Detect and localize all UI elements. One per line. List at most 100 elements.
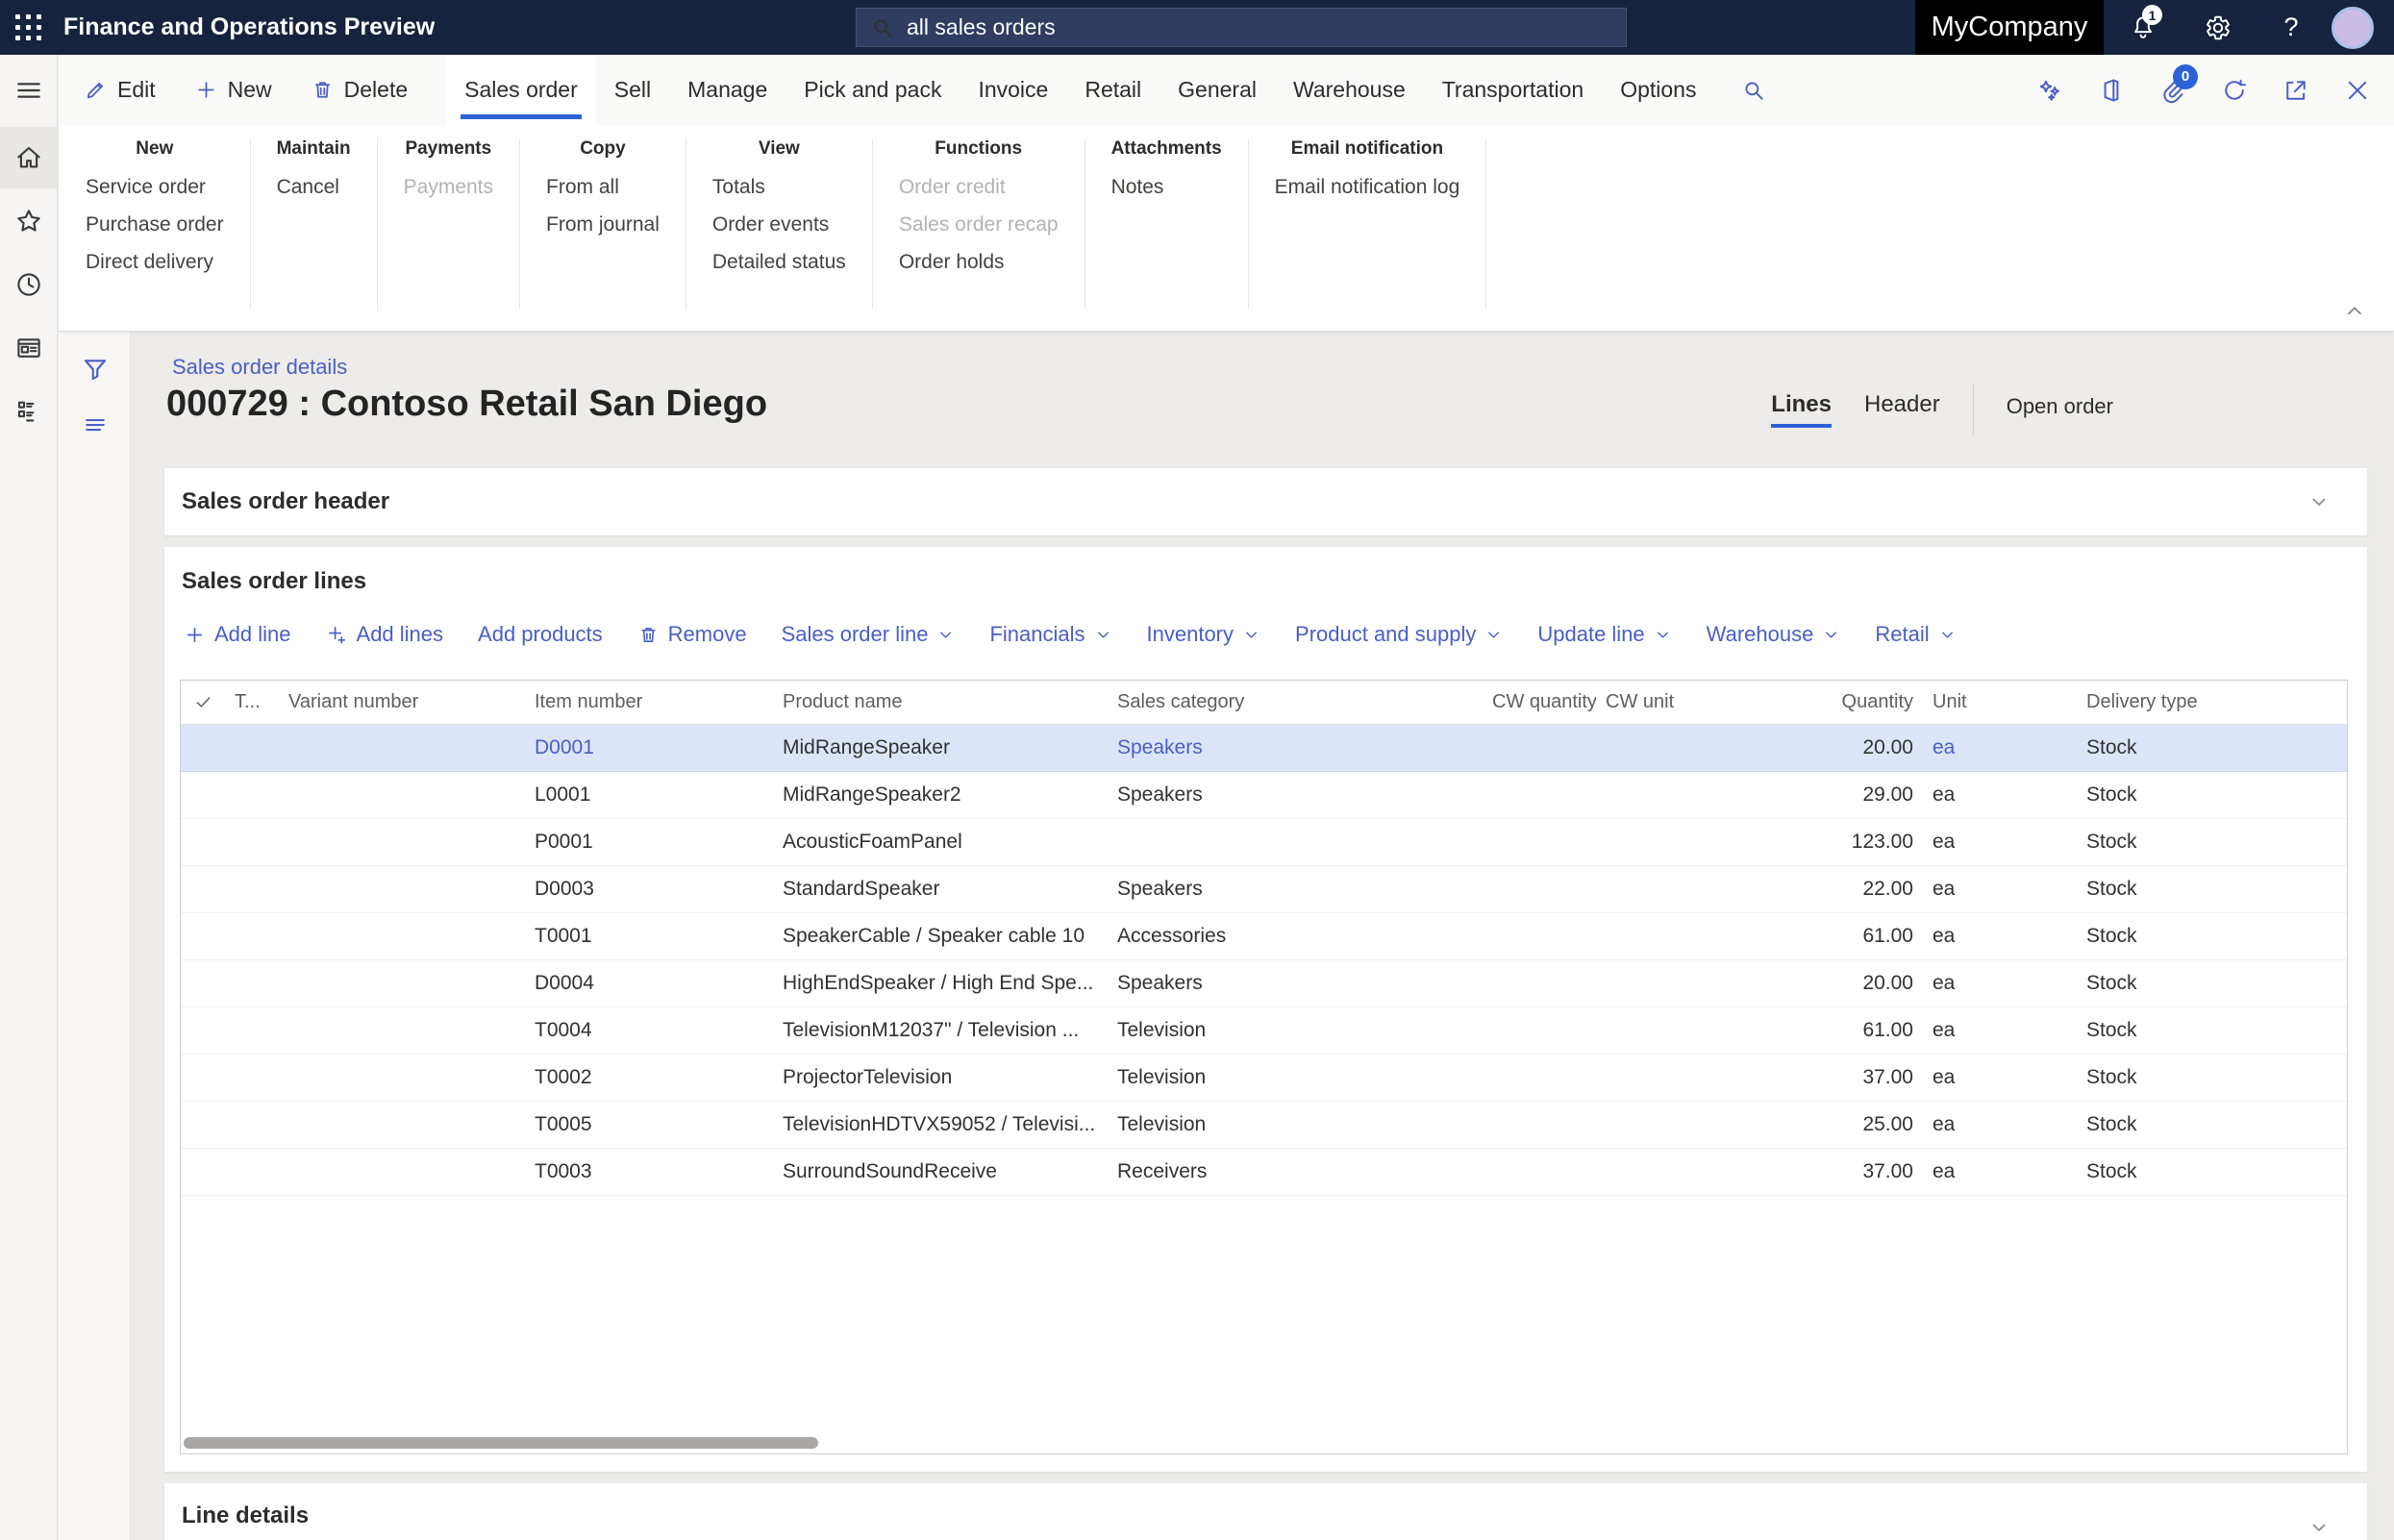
open-order-button[interactable]: Open order — [2007, 394, 2113, 425]
tab-invoice[interactable]: Invoice — [960, 55, 1066, 125]
remove-button[interactable]: Remove — [637, 622, 747, 647]
cell-item-number[interactable]: T0002 — [525, 1066, 773, 1089]
close-icon[interactable] — [2344, 77, 2371, 104]
cell-product-name[interactable]: StandardSpeaker — [773, 878, 1108, 901]
user-avatar[interactable] — [2331, 0, 2375, 55]
table-row[interactable]: T0003 SurroundSoundReceive Receivers 37.… — [181, 1149, 2347, 1196]
ribbon-item-from-journal[interactable]: From journal — [546, 213, 660, 236]
ribbon-item-detailed-status[interactable]: Detailed status — [712, 251, 846, 274]
cell-item-number[interactable]: T0001 — [525, 925, 773, 948]
edit-button[interactable]: Edit — [84, 77, 156, 103]
office-pane-icon[interactable] — [2098, 77, 2125, 104]
column-header-sales-category[interactable]: Sales category — [1108, 691, 1483, 713]
cell-quantity[interactable]: 29.00 — [1779, 783, 1923, 807]
cell-item-number[interactable]: T0005 — [525, 1113, 773, 1136]
column-header-product-name[interactable]: Product name — [773, 691, 1108, 713]
settings-gear-icon[interactable] — [2196, 0, 2240, 55]
column-header-t[interactable]: T... — [225, 691, 279, 713]
ribbon-item-order-holds[interactable]: Order holds — [899, 251, 1059, 274]
table-row[interactable]: D0001 MidRangeSpeaker Speakers 20.00 ea … — [181, 725, 2347, 772]
tab-options[interactable]: Options — [1602, 55, 1714, 125]
list-panel-icon[interactable] — [59, 397, 131, 453]
sidebar-item-workspaces[interactable] — [0, 317, 57, 379]
cell-product-name[interactable]: TelevisionM12037" / Television ... — [773, 1019, 1108, 1042]
cell-delivery-type[interactable]: Stock — [2077, 972, 2347, 995]
warehouse-menu[interactable]: Warehouse — [1707, 622, 1841, 647]
column-header-delivery-type[interactable]: Delivery type — [2077, 691, 2347, 713]
table-row[interactable]: D0003 StandardSpeaker Speakers 22.00 ea … — [181, 866, 2347, 913]
select-all-checkmark-icon[interactable] — [181, 692, 225, 712]
ribbon-item-from-all[interactable]: From all — [546, 176, 660, 199]
cell-delivery-type[interactable]: Stock — [2077, 783, 2347, 807]
column-header-unit[interactable]: Unit — [1923, 691, 2077, 713]
tab-pick-and-pack[interactable]: Pick and pack — [786, 55, 960, 125]
table-row[interactable]: T0004 TelevisionM12037" / Television ...… — [181, 1007, 2347, 1055]
cell-sales-category[interactable]: Speakers — [1108, 736, 1483, 759]
product-and-supply-menu[interactable]: Product and supply — [1295, 622, 1503, 647]
cell-item-number[interactable]: D0003 — [525, 878, 773, 901]
breadcrumb[interactable]: Sales order details — [172, 355, 347, 380]
cell-product-name[interactable]: SpeakerCable / Speaker cable 10 — [773, 925, 1108, 948]
notifications-button[interactable]: 1 — [2121, 0, 2165, 55]
cell-quantity[interactable]: 20.00 — [1779, 972, 1923, 995]
cell-sales-category[interactable]: Accessories — [1108, 925, 1483, 948]
delete-button[interactable]: Delete — [311, 77, 408, 103]
cell-product-name[interactable]: MidRangeSpeaker — [773, 736, 1108, 759]
cell-delivery-type[interactable]: Stock — [2077, 925, 2347, 948]
app-launcher-waffle-icon[interactable] — [0, 0, 56, 55]
ribbon-item-totals[interactable]: Totals — [712, 176, 846, 199]
open-in-new-window-icon[interactable] — [2282, 77, 2309, 104]
copilot-sparkle-icon[interactable] — [2036, 77, 2063, 104]
cell-product-name[interactable]: AcousticFoamPanel — [773, 831, 1108, 854]
cell-unit[interactable]: ea — [1923, 1113, 2077, 1136]
ribbon-item-order-events[interactable]: Order events — [712, 213, 846, 236]
refresh-icon[interactable] — [2221, 77, 2248, 104]
cell-delivery-type[interactable]: Stock — [2077, 1160, 2347, 1183]
cell-delivery-type[interactable]: Stock — [2077, 1019, 2347, 1042]
cell-unit[interactable]: ea — [1923, 736, 2077, 759]
cell-product-name[interactable]: ProjectorTelevision — [773, 1066, 1108, 1089]
company-picker-button[interactable]: MyCompany — [1915, 0, 2104, 55]
add-products-button[interactable]: Add products — [478, 622, 603, 647]
cell-unit[interactable]: ea — [1923, 1160, 2077, 1183]
sidebar-item-home[interactable] — [0, 127, 57, 188]
global-search-input[interactable]: all sales orders — [856, 8, 1627, 47]
cell-unit[interactable]: ea — [1923, 972, 2077, 995]
table-row[interactable]: L0001 MidRangeSpeaker2 Speakers 29.00 ea… — [181, 772, 2347, 819]
view-tab-header[interactable]: Header — [1864, 391, 1940, 428]
cell-product-name[interactable]: TelevisionHDTVX59052 / Televisi... — [773, 1113, 1108, 1136]
cell-quantity[interactable]: 61.00 — [1779, 1019, 1923, 1042]
cell-sales-category[interactable]: Speakers — [1108, 878, 1483, 901]
cell-quantity[interactable]: 123.00 — [1779, 831, 1923, 854]
cell-unit[interactable]: ea — [1923, 1019, 2077, 1042]
cell-item-number[interactable]: T0003 — [525, 1160, 773, 1183]
table-row[interactable]: T0005 TelevisionHDTVX59052 / Televisi...… — [181, 1102, 2347, 1149]
cell-sales-category[interactable]: Speakers — [1108, 972, 1483, 995]
cell-sales-category[interactable]: Receivers — [1108, 1160, 1483, 1183]
cell-product-name[interactable]: SurroundSoundReceive — [773, 1160, 1108, 1183]
cell-product-name[interactable]: MidRangeSpeaker2 — [773, 783, 1108, 807]
cell-delivery-type[interactable]: Stock — [2077, 878, 2347, 901]
sidebar-item-recent[interactable] — [0, 254, 57, 315]
sidebar-item-modules[interactable] — [0, 381, 57, 442]
add-lines-button[interactable]: Add lines — [326, 622, 444, 647]
cell-quantity[interactable]: 61.00 — [1779, 925, 1923, 948]
cell-unit[interactable]: ea — [1923, 783, 2077, 807]
cell-sales-category[interactable]: Television — [1108, 1019, 1483, 1042]
tab-sell[interactable]: Sell — [596, 55, 669, 125]
tab-sales-order[interactable]: Sales order — [446, 55, 596, 125]
cell-unit[interactable]: ea — [1923, 831, 2077, 854]
table-row[interactable]: T0002 ProjectorTelevision Television 37.… — [181, 1055, 2347, 1102]
filter-funnel-icon[interactable] — [59, 341, 131, 397]
ribbon-item-service-order[interactable]: Service order — [86, 176, 224, 199]
ribbon-item-notes[interactable]: Notes — [1111, 176, 1222, 199]
column-header-variant-number[interactable]: Variant number — [279, 691, 525, 713]
retail-menu[interactable]: Retail — [1875, 622, 1956, 647]
cell-unit[interactable]: ea — [1923, 878, 2077, 901]
attachments-paperclip-icon[interactable]: 0 — [2159, 77, 2186, 104]
chevron-down-icon[interactable] — [2307, 1516, 2331, 1539]
table-row[interactable]: P0001 AcousticFoamPanel 123.00 ea Stock — [181, 819, 2347, 866]
action-search-icon[interactable] — [1741, 55, 1766, 125]
sales-order-line-menu[interactable]: Sales order line — [782, 622, 956, 647]
cell-sales-category[interactable]: Television — [1108, 1113, 1483, 1136]
